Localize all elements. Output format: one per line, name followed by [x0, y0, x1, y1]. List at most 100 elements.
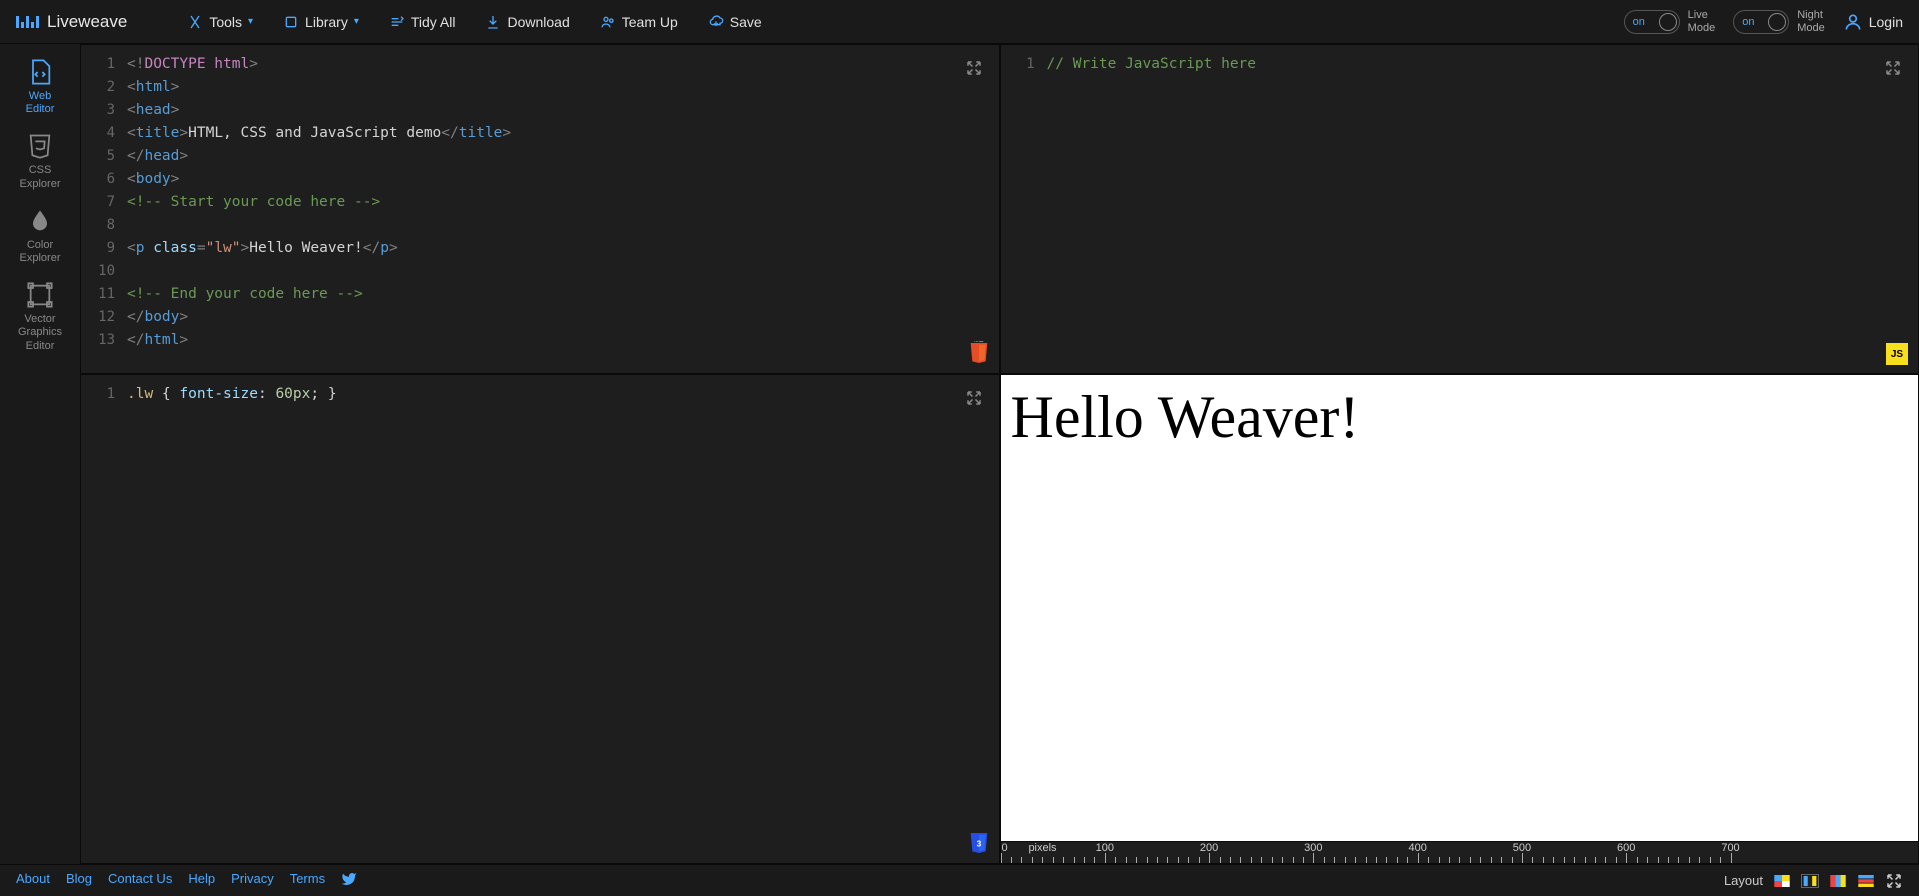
teamup-button[interactable]: Team Up	[600, 14, 678, 30]
tools-label: Tools	[209, 14, 242, 30]
right-controls: on LiveMode on NightMode Login	[1624, 9, 1903, 33]
footer-links: About Blog Contact Us Help Privacy Terms	[16, 871, 357, 890]
layout-option-1[interactable]	[1773, 874, 1791, 888]
layout-option-4[interactable]	[1857, 874, 1875, 888]
css-code[interactable]: .lw { font-size: 60px; }	[127, 383, 999, 406]
sidebar-vector-editor[interactable]: VectorGraphicsEditor	[18, 281, 62, 353]
toggle-pill[interactable]: on	[1624, 10, 1680, 34]
footer-link[interactable]: Contact Us	[108, 871, 172, 890]
editor-panels: 12345678910111213 <!DOCTYPE html> <html>…	[80, 44, 1919, 864]
chevron-down-icon: ▾	[248, 16, 253, 27]
tidy-label: Tidy All	[411, 14, 456, 30]
layout-label: Layout	[1724, 873, 1763, 888]
tools-icon	[187, 14, 203, 30]
expand-panel-button[interactable]	[965, 59, 983, 82]
line-gutter: 1	[1001, 45, 1041, 373]
library-menu[interactable]: Library ▾	[283, 14, 359, 30]
cloud-save-icon	[708, 14, 724, 30]
footer-link[interactable]: Privacy	[231, 871, 274, 890]
live-mode-toggle[interactable]: on LiveMode	[1624, 9, 1716, 33]
code-file-icon	[26, 58, 54, 86]
line-gutter: 1	[81, 375, 121, 863]
line-gutter: 12345678910111213	[81, 45, 121, 373]
ruler-tick-label: 200	[1200, 842, 1218, 854]
css-editor-panel[interactable]: 1 .lw { font-size: 60px; } 3	[80, 374, 1000, 864]
sidebar-item-label: CSSExplorer	[20, 164, 61, 190]
sidebar-item-label: ColorExplorer	[20, 239, 61, 265]
svg-text:3: 3	[976, 838, 981, 848]
ruler-tick-label: 700	[1721, 842, 1739, 854]
user-icon	[1843, 12, 1863, 32]
night-mode-toggle[interactable]: on NightMode	[1733, 9, 1825, 33]
tools-menu[interactable]: Tools ▾	[187, 14, 253, 30]
droplet-icon	[26, 207, 54, 235]
toggle-knob	[1659, 13, 1677, 31]
teamup-label: Team Up	[622, 14, 678, 30]
library-label: Library	[305, 14, 348, 30]
logo-icon	[16, 16, 39, 28]
twitter-icon	[341, 871, 357, 887]
twitter-link[interactable]	[341, 871, 357, 890]
css-icon	[26, 132, 54, 160]
chevron-down-icon: ▾	[354, 16, 359, 27]
js-code[interactable]: // Write JavaScript here	[1047, 53, 1919, 76]
save-label: Save	[730, 14, 762, 30]
download-label: Download	[507, 14, 569, 30]
logo[interactable]: Liveweave	[16, 12, 127, 32]
html-code[interactable]: <!DOCTYPE html> <html> <head> <title>HTM…	[127, 53, 999, 352]
login-button[interactable]: Login	[1843, 12, 1903, 32]
sidebar-css-explorer[interactable]: CSSExplorer	[20, 132, 61, 190]
layout-option-2[interactable]	[1801, 874, 1819, 888]
footer-link[interactable]: Terms	[290, 871, 325, 890]
app-name: Liveweave	[47, 12, 127, 32]
live-mode-label: LiveMode	[1688, 9, 1716, 33]
sidebar-color-explorer[interactable]: ColorExplorer	[20, 207, 61, 265]
download-icon	[485, 14, 501, 30]
ruler-unit: pixels	[1028, 842, 1056, 854]
css3-badge-icon: 3	[969, 831, 989, 855]
ruler-tick-label: 0	[1001, 842, 1007, 854]
ruler-tick-label: 100	[1096, 842, 1114, 854]
footer-link[interactable]: Help	[188, 871, 215, 890]
html-editor-panel[interactable]: 12345678910111213 <!DOCTYPE html> <html>…	[80, 44, 1000, 374]
js-badge-icon: JS	[1886, 343, 1908, 365]
layout-option-3[interactable]	[1829, 874, 1847, 888]
download-button[interactable]: Download	[485, 14, 569, 30]
ruler-tick-label: 300	[1304, 842, 1322, 854]
topbar: Liveweave Tools ▾ Library ▾ Tidy All Dow…	[0, 0, 1919, 44]
toggle-on-text: on	[1633, 16, 1645, 28]
expand-panel-button[interactable]	[965, 389, 983, 412]
save-button[interactable]: Save	[708, 14, 762, 30]
expand-panel-button[interactable]	[1884, 59, 1902, 82]
toggle-pill[interactable]: on	[1733, 10, 1789, 34]
library-icon	[283, 14, 299, 30]
expand-icon	[965, 59, 983, 77]
ruler-tick-label: 400	[1408, 842, 1426, 854]
html5-badge-icon: HTML	[969, 341, 989, 365]
toggle-on-text: on	[1742, 16, 1754, 28]
tidy-button[interactable]: Tidy All	[389, 14, 456, 30]
tidy-icon	[389, 14, 405, 30]
vector-icon	[26, 281, 54, 309]
pixel-ruler: pixels 0 100 200 300 400 500 600 700	[1001, 841, 1919, 863]
team-icon	[600, 14, 616, 30]
preview-panel: Hello Weaver! pixels 0 100 200 300 400 500 600…	[1000, 374, 1919, 864]
footer: About Blog Contact Us Help Privacy Terms…	[0, 864, 1919, 896]
night-mode-label: NightMode	[1797, 9, 1825, 33]
fullscreen-button[interactable]	[1885, 872, 1903, 890]
js-editor-panel[interactable]: 1 // Write JavaScript here JS	[1000, 44, 1919, 374]
login-label: Login	[1869, 14, 1903, 30]
ruler-tick-label: 600	[1617, 842, 1635, 854]
expand-icon	[965, 389, 983, 407]
footer-link[interactable]: Blog	[66, 871, 92, 890]
toggle-knob	[1768, 13, 1786, 31]
footer-link[interactable]: About	[16, 871, 50, 890]
sidebar-web-editor[interactable]: WebEditor	[26, 58, 55, 116]
sidebar-item-label: VectorGraphicsEditor	[18, 313, 62, 353]
preview-output: Hello Weaver!	[1001, 375, 1919, 460]
footer-right: Layout	[1724, 872, 1903, 890]
main-area: WebEditor CSSExplorer ColorExplorer Vect…	[0, 44, 1919, 864]
svg-text:HTML: HTML	[974, 341, 983, 343]
sidebar: WebEditor CSSExplorer ColorExplorer Vect…	[0, 44, 80, 864]
ruler-tick-label: 500	[1513, 842, 1531, 854]
